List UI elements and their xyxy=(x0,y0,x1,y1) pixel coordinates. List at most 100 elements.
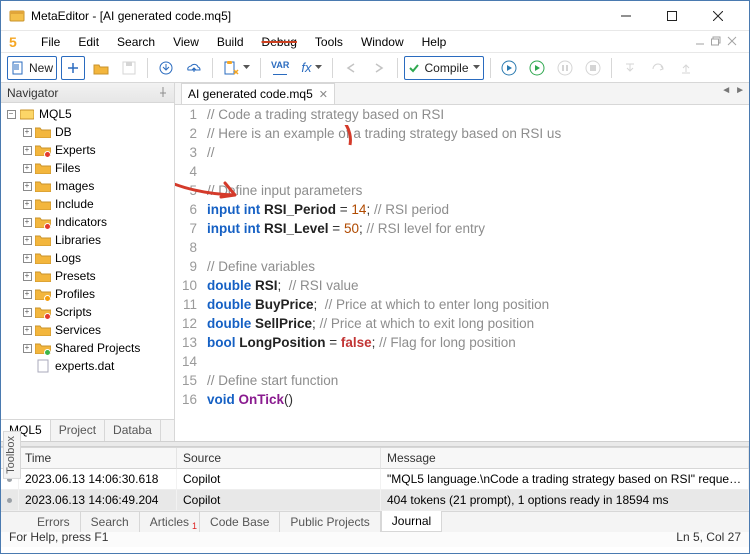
bottom-panel: Time Source Message 2023.06.13 14:06:30.… xyxy=(1,447,749,525)
journal-row[interactable]: 2023.06.13 14:06:30.618 Copilot "MQL5 la… xyxy=(1,469,749,490)
close-tab-icon[interactable]: ✕ xyxy=(319,88,328,101)
copilot-paste-button[interactable] xyxy=(219,56,254,80)
open-button[interactable] xyxy=(89,56,113,80)
menu-debug[interactable]: Debug xyxy=(254,33,305,51)
journal-row[interactable]: 2023.06.13 14:06:49.204 Copilot 404 toke… xyxy=(1,490,749,511)
editor-panel: AI generated code.mq5 ✕ ◄ ► 123456789101… xyxy=(175,83,749,441)
tab-articles[interactable]: Articles1 xyxy=(140,512,200,532)
folder-icon xyxy=(35,215,51,229)
app-orange-icon: 5 xyxy=(7,34,23,50)
mdi-close-icon[interactable] xyxy=(727,35,739,49)
tree-folder-item[interactable]: + Libraries xyxy=(1,231,174,249)
mql5-icon xyxy=(19,107,35,121)
title-bar: MetaEditor - [AI generated code.mq5] xyxy=(1,1,749,31)
tree-folder-item[interactable]: + Logs xyxy=(1,249,174,267)
back-button[interactable] xyxy=(339,56,363,80)
tree-folder-item[interactable]: + Files xyxy=(1,159,174,177)
line-gutter: 12345678910111213141516 xyxy=(175,105,203,441)
col-source[interactable]: Source xyxy=(177,448,381,469)
upload-button[interactable] xyxy=(182,56,206,80)
download-button[interactable] xyxy=(154,56,178,80)
debug-start-real-button[interactable] xyxy=(497,56,521,80)
col-message[interactable]: Message xyxy=(381,448,749,469)
separator xyxy=(212,58,213,78)
debug-stop-button[interactable] xyxy=(581,56,605,80)
step-over-button[interactable] xyxy=(646,56,670,80)
folder-icon xyxy=(35,161,51,175)
menu-help[interactable]: Help xyxy=(414,33,455,51)
nav-tab-project[interactable]: Project xyxy=(51,420,105,441)
function-button[interactable]: fx xyxy=(297,56,326,80)
new-button[interactable]: New xyxy=(7,56,57,80)
variables-button[interactable]: VAR xyxy=(267,56,293,80)
navigator-panel: Navigator − MQL5 + DB+ Experts+ Files+ I… xyxy=(1,83,175,441)
save-button[interactable] xyxy=(117,56,141,80)
new-plus-button[interactable] xyxy=(61,56,85,80)
debug-pause-button[interactable] xyxy=(553,56,577,80)
menu-tools[interactable]: Tools xyxy=(307,33,351,51)
mdi-minimize-icon[interactable] xyxy=(695,35,707,49)
compile-button-label: Compile xyxy=(424,61,468,75)
step-out-button[interactable] xyxy=(674,56,698,80)
tab-journal[interactable]: Journal xyxy=(381,511,442,532)
debug-start-button[interactable] xyxy=(525,56,549,80)
tab-scroll-left-icon[interactable]: ◄ xyxy=(721,85,731,96)
col-time[interactable]: Time xyxy=(19,448,177,469)
svg-text:5: 5 xyxy=(9,35,17,49)
menu-edit[interactable]: Edit xyxy=(70,33,107,51)
tab-codebase[interactable]: Code Base xyxy=(200,512,280,532)
separator xyxy=(611,58,612,78)
folder-icon xyxy=(35,125,51,139)
menu-view[interactable]: View xyxy=(165,33,207,51)
tab-search[interactable]: Search xyxy=(81,512,140,532)
menu-build[interactable]: Build xyxy=(209,33,252,51)
editor-tab-bar: AI generated code.mq5 ✕ ◄ ► xyxy=(175,83,749,105)
window-title: MetaEditor - [AI generated code.mq5] xyxy=(31,9,603,23)
tree-folder-item[interactable]: + Scripts xyxy=(1,303,174,321)
tree-folder-item[interactable]: + Experts xyxy=(1,141,174,159)
folder-icon xyxy=(35,233,51,247)
tree-folder-item[interactable]: + Presets xyxy=(1,267,174,285)
tree-folder-item[interactable]: + DB xyxy=(1,123,174,141)
tree-root[interactable]: − MQL5 xyxy=(1,105,174,123)
menu-search[interactable]: Search xyxy=(109,33,163,51)
tree-file-item[interactable]: experts.dat xyxy=(1,357,174,375)
tree-folder-item[interactable]: + Images xyxy=(1,177,174,195)
folder-icon xyxy=(35,143,51,157)
menu-window[interactable]: Window xyxy=(353,33,412,51)
tree-folder-item[interactable]: + Services xyxy=(1,321,174,339)
code-editor[interactable]: 12345678910111213141516 // Code a tradin… xyxy=(175,105,749,441)
folder-icon xyxy=(35,197,51,211)
folder-icon xyxy=(35,179,51,193)
editor-tab[interactable]: AI generated code.mq5 ✕ xyxy=(181,83,335,104)
tree-folder-item[interactable]: + Indicators xyxy=(1,213,174,231)
folder-icon xyxy=(35,341,51,355)
tab-scroll-right-icon[interactable]: ► xyxy=(735,85,745,96)
step-into-button[interactable] xyxy=(618,56,642,80)
menu-bar: 5 File Edit Search View Build Debug Tool… xyxy=(1,31,749,53)
code-source[interactable]: // Code a trading strategy based on RSI/… xyxy=(203,105,749,441)
editor-tab-label: AI generated code.mq5 xyxy=(188,87,313,101)
navigator-tree[interactable]: − MQL5 + DB+ Experts+ Files+ Images+ Inc… xyxy=(1,103,174,419)
journal-grid[interactable]: Time Source Message xyxy=(1,448,749,469)
minimize-button[interactable] xyxy=(603,1,649,30)
separator xyxy=(397,58,398,78)
separator xyxy=(147,58,148,78)
tree-folder-item[interactable]: + Include xyxy=(1,195,174,213)
forward-button[interactable] xyxy=(367,56,391,80)
maximize-button[interactable] xyxy=(649,1,695,30)
nav-tab-database[interactable]: Databa xyxy=(105,420,161,441)
file-icon xyxy=(35,359,51,373)
app-icon xyxy=(9,8,25,24)
menu-file[interactable]: File xyxy=(33,33,68,51)
tab-errors[interactable]: Errors xyxy=(27,512,81,532)
pin-icon[interactable] xyxy=(158,86,168,100)
mdi-restore-icon[interactable] xyxy=(711,35,723,49)
tab-public-projects[interactable]: Public Projects xyxy=(280,512,380,532)
close-button[interactable] xyxy=(695,1,741,30)
tree-folder-item[interactable]: + Profiles xyxy=(1,285,174,303)
toolbox-side-tab[interactable]: Toolbox xyxy=(3,431,21,479)
tree-folder-item[interactable]: + Shared Projects xyxy=(1,339,174,357)
folder-icon xyxy=(35,323,51,337)
compile-button[interactable]: Compile xyxy=(404,56,483,80)
